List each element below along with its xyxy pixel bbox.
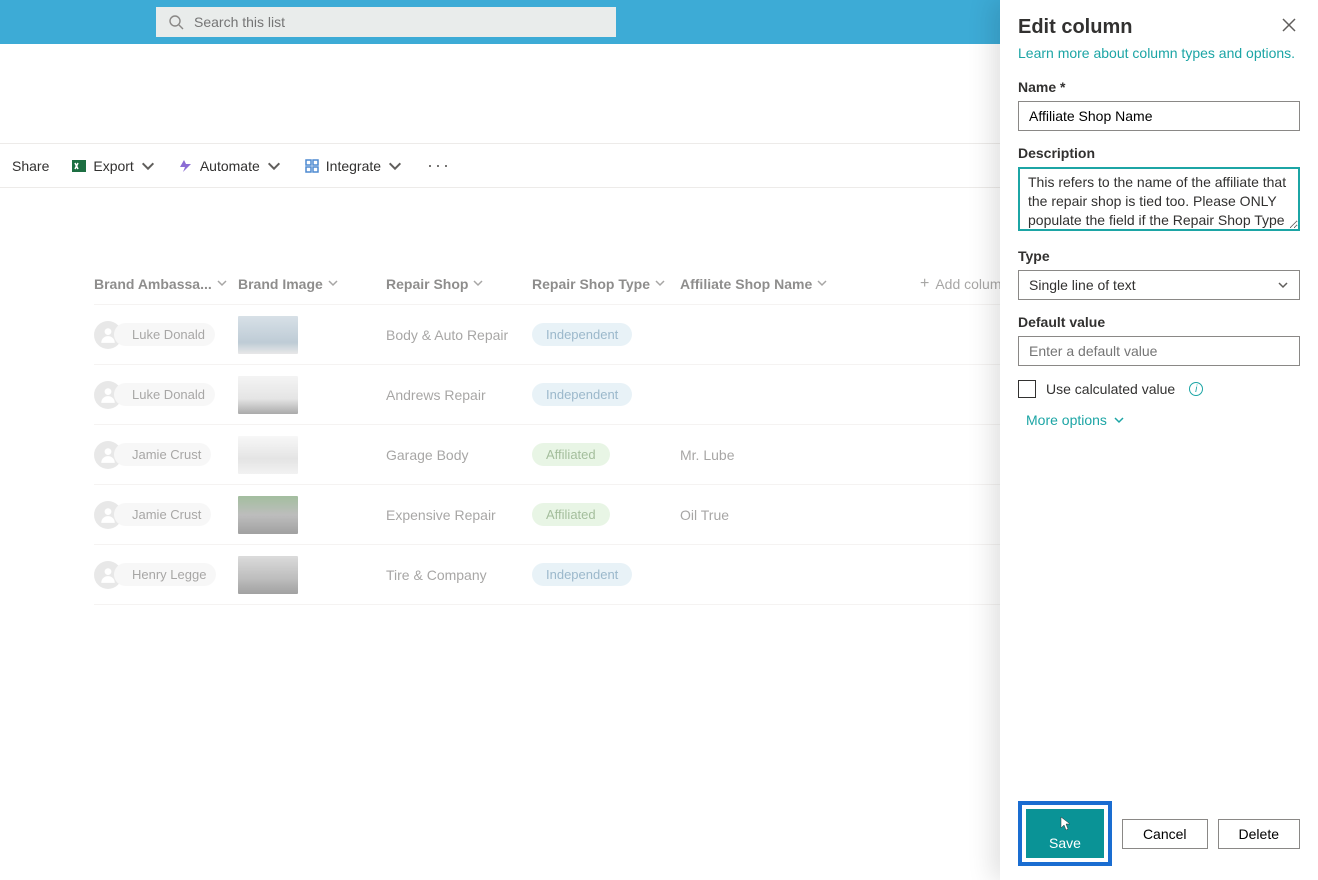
calculated-value-row: Use calculated value i bbox=[1018, 380, 1300, 398]
description-label: Description bbox=[1018, 145, 1300, 161]
repair-shop-type-pill: Independent bbox=[532, 323, 632, 346]
save-highlight: Save bbox=[1018, 801, 1112, 866]
search-box[interactable] bbox=[156, 7, 616, 37]
edit-column-panel: Edit column Learn more about column type… bbox=[1000, 0, 1318, 880]
repair-shop-cell: Garage Body bbox=[386, 447, 469, 463]
integrate-icon bbox=[304, 158, 320, 174]
search-icon bbox=[168, 14, 184, 30]
type-field: Type Single line of text bbox=[1018, 248, 1300, 300]
chevron-down-icon bbox=[654, 277, 666, 289]
person-cell: Jamie Crust bbox=[94, 441, 238, 469]
person-cell: Henry Legge bbox=[94, 561, 238, 589]
calculated-value-checkbox[interactable] bbox=[1018, 380, 1036, 398]
excel-icon bbox=[71, 158, 87, 174]
description-field: Description bbox=[1018, 145, 1300, 234]
chevron-down-icon bbox=[1113, 414, 1125, 426]
column-header-repair-shop-type[interactable]: Repair Shop Type bbox=[532, 276, 680, 292]
default-value-input[interactable] bbox=[1018, 336, 1300, 366]
share-button[interactable]: Share bbox=[4, 152, 57, 180]
person-name: Henry Legge bbox=[114, 563, 216, 586]
brand-image-thumb bbox=[238, 316, 298, 354]
repair-shop-type-pill: Independent bbox=[532, 563, 632, 586]
name-label: Name * bbox=[1018, 79, 1300, 95]
add-column-button[interactable]: + Add column bbox=[920, 275, 1009, 293]
export-button[interactable]: Export bbox=[63, 152, 163, 180]
description-textarea[interactable] bbox=[1018, 167, 1300, 231]
brand-image-thumb bbox=[238, 556, 298, 594]
cursor-icon bbox=[1058, 816, 1074, 832]
search-input[interactable] bbox=[194, 14, 604, 30]
share-label: Share bbox=[12, 158, 49, 174]
name-input[interactable] bbox=[1018, 101, 1300, 131]
chevron-down-icon bbox=[387, 158, 403, 174]
more-actions-button[interactable]: ··· bbox=[417, 149, 461, 182]
close-button[interactable] bbox=[1278, 14, 1300, 41]
automate-label: Automate bbox=[200, 158, 260, 174]
cancel-button[interactable]: Cancel bbox=[1122, 819, 1208, 849]
chevron-down-icon bbox=[1277, 279, 1289, 291]
chevron-down-icon bbox=[266, 158, 282, 174]
repair-shop-type-pill: Affiliated bbox=[532, 503, 610, 526]
delete-button[interactable]: Delete bbox=[1218, 819, 1300, 849]
plus-icon: + bbox=[920, 275, 929, 293]
integrate-label: Integrate bbox=[326, 158, 381, 174]
column-header-repair-shop[interactable]: Repair Shop bbox=[386, 276, 532, 292]
type-value: Single line of text bbox=[1029, 277, 1136, 293]
repair-shop-type-pill: Affiliated bbox=[532, 443, 610, 466]
person-name: Jamie Crust bbox=[114, 503, 211, 526]
save-button[interactable]: Save bbox=[1026, 809, 1104, 858]
chevron-down-icon bbox=[140, 158, 156, 174]
repair-shop-cell: Andrews Repair bbox=[386, 387, 486, 403]
chevron-down-icon bbox=[216, 277, 228, 289]
panel-footer: Save Cancel Delete bbox=[1000, 787, 1318, 880]
repair-shop-cell: Body & Auto Repair bbox=[386, 327, 508, 343]
calculated-value-label: Use calculated value bbox=[1046, 381, 1175, 397]
default-value-label: Default value bbox=[1018, 314, 1300, 330]
close-icon bbox=[1282, 18, 1296, 32]
panel-title: Edit column bbox=[1018, 16, 1132, 39]
integrate-button[interactable]: Integrate bbox=[296, 152, 411, 180]
info-icon[interactable]: i bbox=[1189, 382, 1203, 396]
affiliate-shop-name-cell: Oil True bbox=[680, 507, 729, 523]
type-label: Type bbox=[1018, 248, 1300, 264]
default-value-field: Default value bbox=[1018, 314, 1300, 366]
person-cell: Jamie Crust bbox=[94, 501, 238, 529]
chevron-down-icon bbox=[816, 277, 828, 289]
column-header-brand-ambassador[interactable]: Brand Ambassa... bbox=[94, 276, 238, 292]
chevron-down-icon bbox=[327, 277, 339, 289]
column-header-brand-image[interactable]: Brand Image bbox=[238, 276, 386, 292]
repair-shop-cell: Tire & Company bbox=[386, 567, 487, 583]
panel-header: Edit column bbox=[1000, 0, 1318, 45]
affiliate-shop-name-cell: Mr. Lube bbox=[680, 447, 734, 463]
column-header-affiliate-shop-name[interactable]: Affiliate Shop Name bbox=[680, 276, 920, 292]
person-name: Luke Donald bbox=[114, 383, 215, 406]
repair-shop-type-pill: Independent bbox=[532, 383, 632, 406]
brand-image-thumb bbox=[238, 376, 298, 414]
person-cell: Luke Donald bbox=[94, 321, 238, 349]
more-options-toggle[interactable]: More options bbox=[1018, 412, 1300, 428]
person-cell: Luke Donald bbox=[94, 381, 238, 409]
repair-shop-cell: Expensive Repair bbox=[386, 507, 496, 523]
type-select[interactable]: Single line of text bbox=[1018, 270, 1300, 300]
name-field: Name * bbox=[1018, 79, 1300, 131]
brand-image-thumb bbox=[238, 496, 298, 534]
learn-more-link[interactable]: Learn more about column types and option… bbox=[1000, 45, 1318, 73]
automate-button[interactable]: Automate bbox=[170, 152, 290, 180]
brand-image-thumb bbox=[238, 436, 298, 474]
person-name: Luke Donald bbox=[114, 323, 215, 346]
person-name: Jamie Crust bbox=[114, 443, 211, 466]
export-label: Export bbox=[93, 158, 133, 174]
chevron-down-icon bbox=[472, 277, 484, 289]
automate-icon bbox=[178, 158, 194, 174]
panel-body: Name * Description Type Single line of t… bbox=[1000, 73, 1318, 787]
